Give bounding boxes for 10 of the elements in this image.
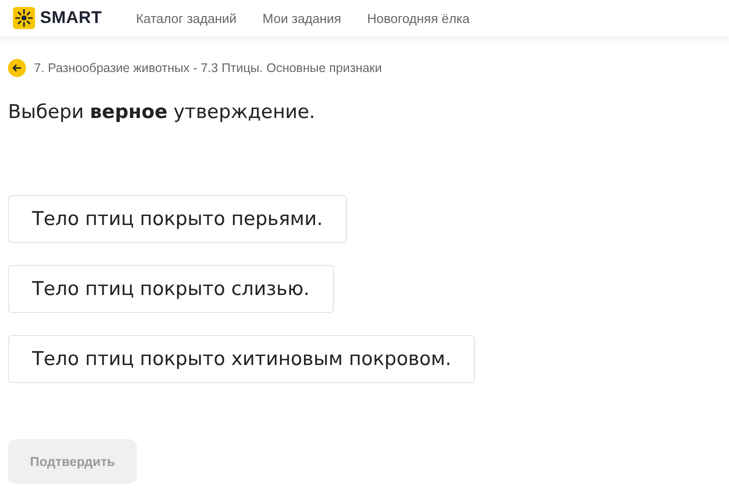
- question-text: Выбери верное утверждение.: [8, 101, 316, 123]
- breadcrumb-text: 7. Разнообразие животных - 7.3 Птицы. Основные признаки: [34, 61, 382, 75]
- nav-link[interactable]: Каталог заданий: [136, 10, 237, 26]
- answer-option[interactable]: Тело птиц покрыто перьями.: [8, 195, 347, 243]
- logo-icon: [13, 7, 35, 29]
- logo-text[interactable]: SMART: [40, 8, 102, 28]
- nav-link[interactable]: Новогодняя ёлка: [367, 10, 470, 26]
- answer-option[interactable]: Тело птиц покрыто слизью.: [8, 265, 334, 313]
- nav-link[interactable]: Мои задания: [262, 10, 342, 26]
- answer-option[interactable]: Тело птиц покрыто хитиновым покровом.: [8, 335, 476, 383]
